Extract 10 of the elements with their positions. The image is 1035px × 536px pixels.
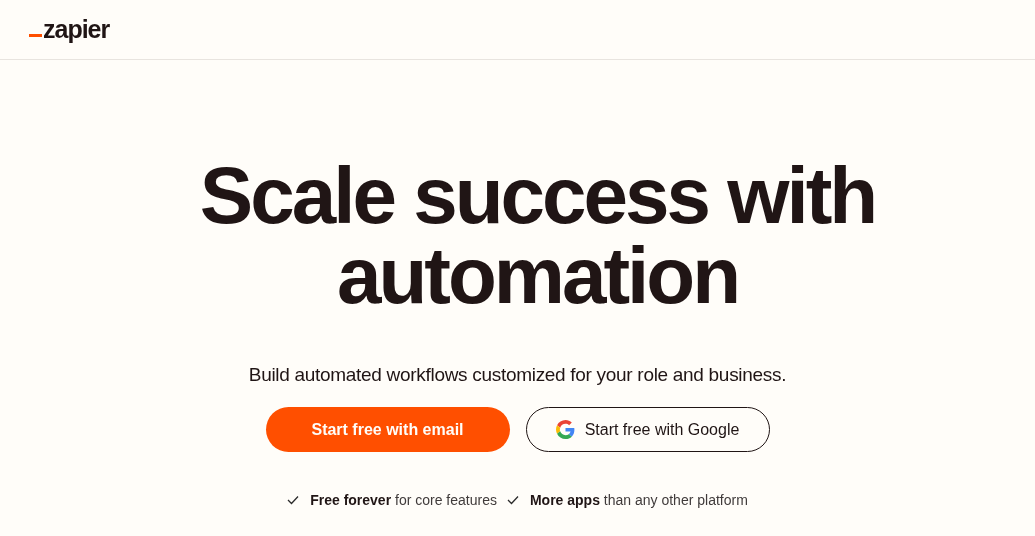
- subtitle: Build automated workflows customized for your role and business.: [248, 364, 787, 386]
- check-icon: [506, 495, 519, 505]
- headline: Scale success with: [199, 156, 876, 236]
- headline: automation: [336, 236, 739, 316]
- feature-text: Free forever for core features: [310, 492, 497, 508]
- logo[interactable]: zapier: [43, 17, 110, 42]
- logo-underscore-icon: [29, 34, 42, 37]
- google-g-icon: [555, 420, 575, 439]
- feature-text: More apps than any other platform: [529, 492, 748, 508]
- check-icon: [287, 495, 300, 505]
